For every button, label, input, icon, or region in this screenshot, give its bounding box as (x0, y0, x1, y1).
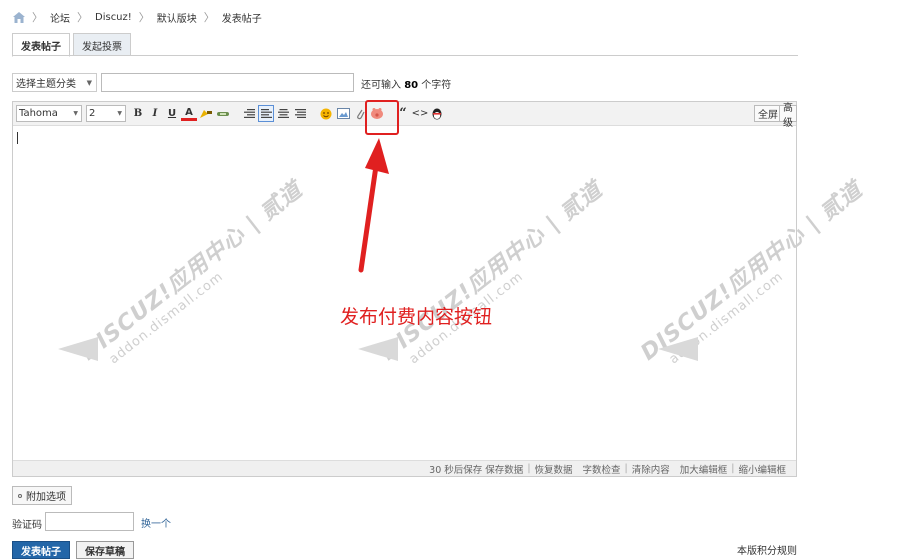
paid-content-highlight (365, 100, 399, 135)
restore-data-link[interactable]: 恢复数据 (535, 462, 573, 476)
credit-rules-link[interactable]: 本版积分规则 (737, 542, 797, 557)
chevron-down-icon: ▼ (117, 110, 122, 117)
extra-options-button[interactable]: 附加选项 (12, 486, 72, 505)
post-editor: Tahoma ▼ 2 ▼ B I U A “ <> 全屏 高级 DISCUZ!应… (12, 101, 867, 477)
breadcrumb-board[interactable]: 默认版块 (157, 10, 197, 25)
watermark-logo-icon (58, 337, 98, 361)
highlight-icon[interactable] (198, 105, 214, 122)
annotation-arrow-icon (358, 138, 389, 273)
breadcrumb-forum[interactable]: 论坛 (50, 10, 70, 25)
image-icon[interactable] (335, 105, 351, 122)
watermark-logo-icon (658, 337, 698, 361)
chevron-down-icon: ▼ (73, 110, 78, 117)
watermark: DISCUZ!应用中心 | 贰道 addon.dismall.com (76, 177, 308, 368)
char-limit-value: 80 (404, 80, 419, 91)
align-center-icon[interactable] (275, 105, 291, 122)
subject-input[interactable] (101, 73, 354, 92)
breadcrumb-separator: 〉 (138, 11, 150, 24)
align-justify-icon[interactable] (292, 105, 308, 122)
autosave-countdown: 30 秒后保存 (429, 464, 483, 476)
bold-button[interactable]: B (130, 105, 146, 122)
thread-type-select[interactable]: 选择主题分类 ▼ (12, 73, 97, 92)
breadcrumb-separator: 〉 (203, 11, 215, 24)
smiley-icon[interactable] (318, 105, 334, 122)
link-icon[interactable] (215, 105, 231, 122)
shrink-editor-link[interactable]: 缩小编辑框 (738, 462, 786, 476)
editor-statusbar: 30 秒后保存 保存数据 | 恢复数据 字数检查 | 清除内容 加大编辑框 | … (13, 460, 796, 476)
post-tabs: 发表帖子 发起投票 (12, 33, 131, 57)
captcha-input[interactable] (45, 512, 134, 531)
italic-button[interactable]: I (147, 105, 163, 122)
font-size-select[interactable]: 2 ▼ (86, 105, 126, 122)
captcha-label: 验证码 (12, 520, 42, 531)
text-color-button[interactable]: A (181, 107, 197, 121)
breadcrumb-current: 发表帖子 (221, 13, 262, 25)
clear-content-link[interactable]: 清除内容 (632, 462, 670, 476)
tab-new-poll[interactable]: 发起投票 (73, 33, 131, 56)
save-draft-button[interactable]: 保存草稿 (76, 541, 134, 559)
text-cursor (17, 132, 18, 144)
tab-new-post[interactable]: 发表帖子 (12, 33, 70, 57)
tab-divider (12, 55, 798, 56)
word-check-link[interactable]: 字数检查 (583, 462, 621, 476)
submit-post-button[interactable]: 发表帖子 (12, 541, 70, 559)
qq-icon[interactable] (429, 105, 445, 122)
fullscreen-button[interactable]: 全屏 (754, 105, 782, 122)
breadcrumb-separator: 〉 (32, 11, 43, 24)
align-left-icon[interactable] (258, 105, 274, 122)
char-limit-hint: 还可输入 80 个字符 (361, 80, 452, 91)
save-data-link[interactable]: 保存数据 (485, 462, 523, 476)
annotation-label: 发布付费内容按钮 (340, 306, 493, 328)
underline-button[interactable]: U (164, 105, 180, 122)
thread-type-label: 选择主题分类 (16, 79, 76, 90)
watermark: DISCUZ!应用中心 | 贰道 addon.dismall.com (636, 177, 868, 368)
breadcrumb-separator: 〉 (77, 11, 88, 24)
editor-toolbar: Tahoma ▼ 2 ▼ B I U A “ <> 全屏 高级 (13, 102, 797, 129)
circle-icon (18, 493, 22, 498)
watermark-logo-icon (358, 337, 398, 361)
enlarge-editor-link[interactable]: 加大编辑框 (680, 462, 728, 476)
breadcrumb-discuz[interactable]: Discuz! (95, 12, 132, 23)
chevron-down-icon: ▼ (86, 78, 92, 87)
advanced-button[interactable]: 高级 (779, 103, 797, 129)
captcha-change-link[interactable]: 换一个 (141, 515, 171, 530)
breadcrumb: 〉 论坛 〉 Discuz! 〉 默认版块 〉 发表帖子 (13, 9, 262, 25)
align-right-icon[interactable] (241, 105, 257, 122)
code-button[interactable]: <> (412, 105, 429, 122)
font-family-select[interactable]: Tahoma ▼ (16, 105, 82, 122)
home-icon[interactable] (13, 11, 25, 23)
